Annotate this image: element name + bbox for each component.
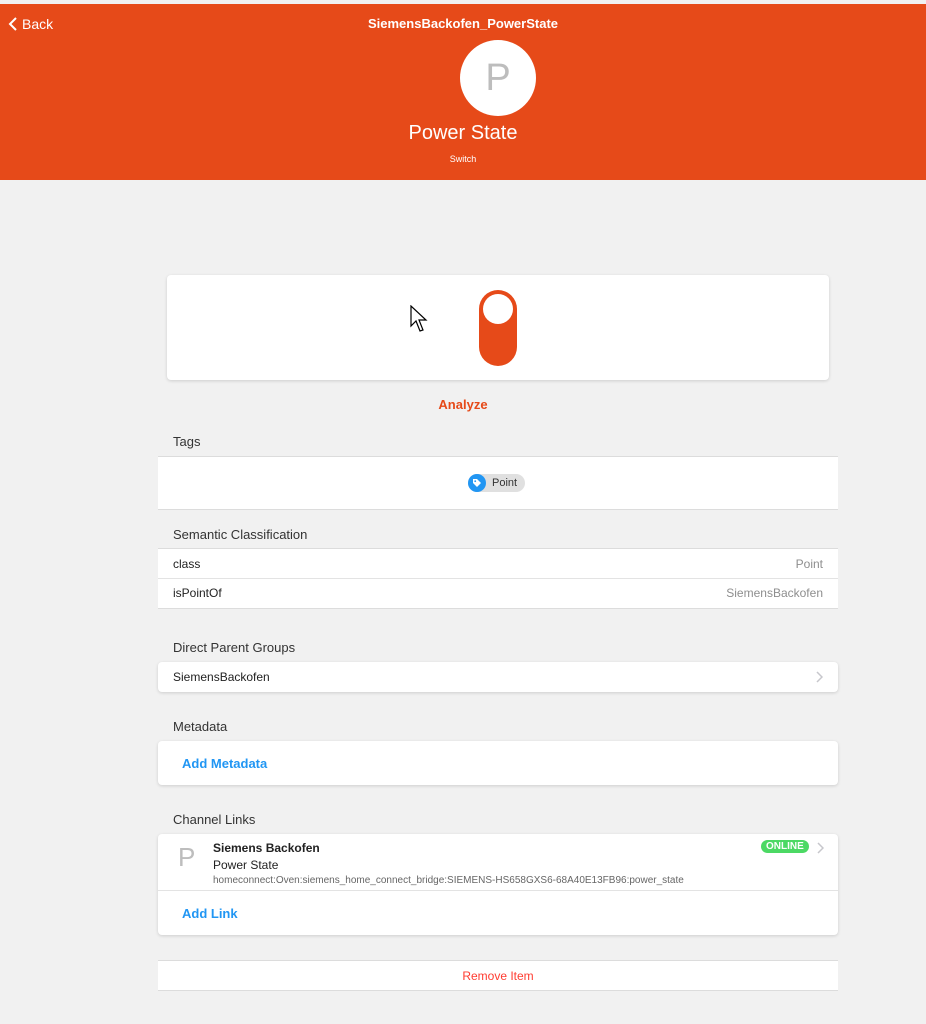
semantic-panel: class Point isPointOf SiemensBackofen <box>158 548 838 609</box>
metadata-panel: Add Metadata <box>158 741 838 785</box>
tag-icon <box>468 474 486 492</box>
channel-link-thing: Siemens Backofen <box>213 841 320 855</box>
semantic-value: SiemensBackofen <box>726 586 823 600</box>
item-type: Switch <box>449 154 477 164</box>
item-header: Back SiemensBackofen_PowerState P Power … <box>0 4 926 180</box>
item-label: Power State <box>408 122 518 144</box>
add-metadata-row: Add Metadata <box>158 741 838 785</box>
remove-panel: Remove Item <box>158 960 838 991</box>
channel-link-item[interactable]: P Siemens Backofen Power State homeconne… <box>158 834 838 891</box>
chevron-right-icon <box>816 671 823 683</box>
chevron-right-icon <box>817 842 824 854</box>
channel-link-channel: Power State <box>213 858 279 872</box>
mouse-cursor-icon <box>410 305 428 332</box>
channel-links-title: Channel Links <box>173 812 256 827</box>
semantic-title: Semantic Classification <box>173 527 308 542</box>
metadata-title: Metadata <box>173 719 228 734</box>
add-link-row: Add Link <box>158 891 838 935</box>
control-card <box>167 275 829 380</box>
add-metadata-button[interactable]: Add Metadata <box>182 756 267 771</box>
channel-link-uid: homeconnect:Oven:siemens_home_connect_br… <box>213 875 684 886</box>
tag-chip-label: Point <box>492 477 518 489</box>
parent-groups-panel: SiemensBackofen <box>158 662 838 692</box>
parent-groups-title: Direct Parent Groups <box>173 640 296 655</box>
status-badge: ONLINE <box>761 840 809 853</box>
page-title: SiemensBackofen_PowerState <box>367 16 559 31</box>
semantic-row-class: class Point <box>158 549 838 578</box>
power-toggle[interactable] <box>479 290 517 366</box>
parent-group-label: SiemensBackofen <box>173 670 270 684</box>
toggle-knob <box>483 294 513 324</box>
semantic-value: Point <box>795 556 823 571</box>
analyze-button[interactable]: Analyze <box>0 397 926 412</box>
channel-links-panel: P Siemens Backofen Power State homeconne… <box>158 834 838 935</box>
channel-link-avatar: P <box>178 842 196 872</box>
add-link-button[interactable]: Add Link <box>182 906 238 921</box>
tags-title: Tags <box>173 434 201 449</box>
tag-chip[interactable]: Point <box>468 474 526 492</box>
parent-group-item[interactable]: SiemensBackofen <box>158 662 838 692</box>
semantic-key: class <box>173 556 201 571</box>
semantic-row-ispointof: isPointOf SiemensBackofen <box>158 578 838 607</box>
semantic-key: isPointOf <box>173 586 222 600</box>
remove-item-button[interactable]: Remove Item <box>462 969 533 983</box>
tags-panel: Point <box>158 456 838 510</box>
avatar: P <box>460 40 536 116</box>
